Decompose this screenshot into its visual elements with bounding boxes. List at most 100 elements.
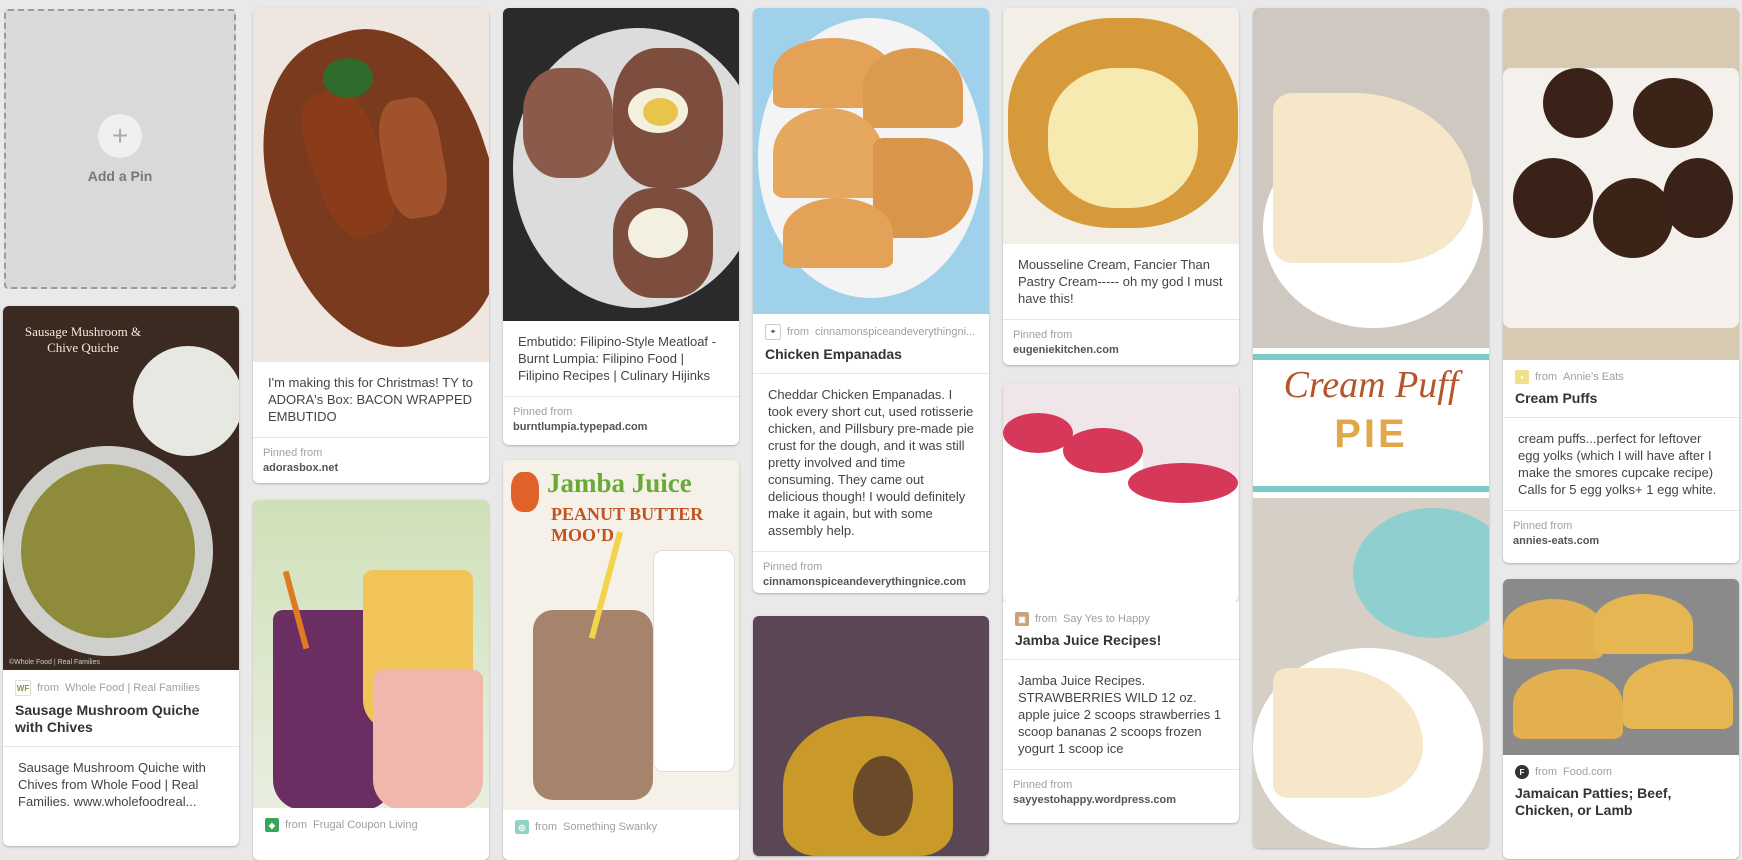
smoothie-top-3-image <box>1128 463 1238 503</box>
pin-title[interactable]: Jamaican Patties; Beef, Chicken, or Lamb <box>1503 779 1739 829</box>
pin-image[interactable] <box>1003 383 1239 602</box>
image-title: Jamba Juice <box>547 468 692 498</box>
image-subtitle: PEANUT BUTTER MOO'D <box>551 504 704 545</box>
patty-4-image <box>1623 659 1733 729</box>
egg-2-image <box>628 208 688 258</box>
pinned-source[interactable]: annies-eats.com <box>1513 534 1729 549</box>
image-credit: ©Whole Food | Real Families <box>9 659 101 666</box>
empanada-3-image <box>773 108 883 198</box>
from-source: Frugal Coupon Living <box>313 819 418 831</box>
annies-eats-icon: ▪ <box>1515 370 1529 384</box>
from-prefix: from <box>535 821 557 833</box>
yolk-image <box>643 98 678 126</box>
from-prefix: from <box>37 682 59 694</box>
pin-image[interactable]: Sausage Mushroom & Chive Quiche ©Whole F… <box>3 306 239 670</box>
food-com-icon: F <box>1515 765 1529 779</box>
pinned-source[interactable]: burntlumpia.typepad.com <box>513 420 729 435</box>
cream-puff-5-image <box>1633 78 1713 148</box>
pin-card-mousseline[interactable]: Mousseline Cream, Fancier Than Pastry Cr… <box>1003 8 1239 365</box>
pin-source-row[interactable]: ▪ from Annie's Eats <box>1503 360 1739 384</box>
pin-icon: ⌖ <box>765 324 781 340</box>
from-prefix: from <box>1535 371 1557 383</box>
cream-filling-image <box>1048 68 1198 208</box>
pin-card-jamba-frugal[interactable]: ◆ from Frugal Coupon Living <box>253 500 489 860</box>
pin-image[interactable] <box>253 8 489 362</box>
pin-title[interactable]: Chicken Empanadas <box>753 340 989 373</box>
pin-description: Cheddar Chicken Empanadas. I took every … <box>753 373 989 551</box>
pin-image[interactable]: Jamba Juice PEANUT BUTTER MOO'D <box>503 460 739 810</box>
pin-image[interactable] <box>1003 8 1239 244</box>
from-prefix: from <box>787 326 809 338</box>
empanada-2-image <box>863 48 963 128</box>
pin-card-jamba-peanut[interactable]: Jamba Juice PEANUT BUTTER MOO'D ◎ from S… <box>503 460 739 860</box>
smoothie-top-2-image <box>1063 428 1143 473</box>
pin-image[interactable] <box>753 616 989 856</box>
from-prefix: from <box>1535 766 1557 778</box>
pinned-from-label: Pinned from <box>1013 779 1073 791</box>
pin-image[interactable] <box>753 8 989 314</box>
image-line2: PIE <box>1334 412 1408 456</box>
pinned-source[interactable]: adorasbox.net <box>263 461 479 476</box>
pin-source-row[interactable]: ⌖ from cinnamonspiceandeverythingni... <box>753 314 989 340</box>
empanada-5-image <box>783 198 893 268</box>
patty-image <box>1503 599 1603 659</box>
from-source: Whole Food | Real Families <box>65 682 200 694</box>
pin-image[interactable] <box>1503 8 1739 360</box>
pin-image[interactable] <box>1503 579 1739 755</box>
pinned-source[interactable]: eugeniekitchen.com <box>1013 343 1229 358</box>
pin-source-row[interactable]: F from Food.com <box>1503 755 1739 779</box>
from-prefix: from <box>1035 613 1057 625</box>
pin-card-jamaican-patty[interactable] <box>753 616 989 856</box>
pinned-from[interactable]: Pinned from burntlumpia.typepad.com <box>503 396 739 445</box>
pinned-from-label: Pinned from <box>1013 329 1073 341</box>
pinned-source[interactable]: cinnamonspiceandeverythingnice.com <box>763 575 979 590</box>
from-source: Something Swanky <box>563 821 658 833</box>
pin-card-jamba-recipes[interactable]: ▣ from Say Yes to Happy Jamba Juice Reci… <box>1003 383 1239 823</box>
image-caption: Sausage Mushroom & Chive Quiche <box>24 324 142 355</box>
cream-puff-4-image <box>1543 68 1613 138</box>
pin-title[interactable]: Sausage Mushroom Quiche with Chives <box>3 696 239 746</box>
pinned-from[interactable]: Pinned from eugeniekitchen.com <box>1003 319 1239 365</box>
cream-puff-image <box>1513 158 1593 238</box>
pin-title[interactable]: Cream Puffs <box>1503 384 1739 417</box>
from-source: Annie's Eats <box>1563 371 1624 383</box>
from-source: Say Yes to Happy <box>1063 613 1150 625</box>
pinned-from-label: Pinned from <box>513 406 573 418</box>
pin-source-row[interactable]: ◆ from Frugal Coupon Living <box>253 808 489 832</box>
pin-description: cream puffs...perfect for leftover egg y… <box>1503 417 1739 510</box>
pinned-from-label: Pinned from <box>1513 520 1573 532</box>
pin-description: Sausage Mushroom Quiche with Chives from… <box>3 746 239 822</box>
pinned-from[interactable]: Pinned from adorasbox.net <box>253 437 489 483</box>
pin-card-bacon-embutido[interactable]: I'm making this for Christmas! TY to ADO… <box>253 8 489 483</box>
add-pin-tile[interactable]: + Add a Pin <box>4 9 236 289</box>
divider-stripe-2 <box>1253 486 1489 492</box>
pin-card-empanadas[interactable]: ⌖ from cinnamonspiceandeverythingni... C… <box>753 8 989 593</box>
pinned-from[interactable]: Pinned from sayyestohappy.wordpress.com <box>1003 769 1239 818</box>
pinned-source[interactable]: sayyestohappy.wordpress.com <box>1013 793 1229 808</box>
patty-filling-image <box>853 756 913 836</box>
from-source: cinnamonspiceandeverythingni... <box>815 326 976 338</box>
pin-card-quiche[interactable]: Sausage Mushroom & Chive Quiche ©Whole F… <box>3 306 239 846</box>
pin-card-jamaican-patties[interactable]: F from Food.com Jamaican Patties; Beef, … <box>1503 579 1739 859</box>
swanky-icon: ◎ <box>515 820 529 834</box>
pin-description: Embutido: Filipino-Style Meatloaf - Burn… <box>518 334 716 383</box>
divider-stripe <box>1253 354 1489 360</box>
pin-image[interactable]: Cream Puff PIE <box>1253 8 1489 848</box>
pin-source-row[interactable]: ◎ from Something Swanky <box>503 810 739 834</box>
pin-image[interactable] <box>253 500 489 808</box>
pin-image[interactable] <box>503 8 739 321</box>
cream-puff-2-image <box>1593 178 1673 258</box>
pin-card-cream-puffs[interactable]: ▪ from Annie's Eats Cream Puffs cream pu… <box>1503 8 1739 563</box>
pinned-from-label: Pinned from <box>263 447 323 459</box>
add-pin-label: Add a Pin <box>87 168 153 184</box>
pin-title[interactable]: Jamba Juice Recipes! <box>1003 626 1239 659</box>
pin-source-row[interactable]: WF from Whole Food | Real Families <box>3 670 239 696</box>
plate-image <box>133 346 239 456</box>
pin-card-embutido[interactable]: Embutido: Filipino-Style Meatloaf - Burn… <box>503 8 739 445</box>
from-source: Food.com <box>1563 766 1612 778</box>
pin-source-row[interactable]: ▣ from Say Yes to Happy <box>1003 602 1239 626</box>
pinned-from[interactable]: Pinned from annies-eats.com <box>1503 510 1739 559</box>
say-yes-icon: ▣ <box>1015 612 1029 626</box>
pin-card-cream-puff-pie[interactable]: Cream Puff PIE <box>1253 8 1489 848</box>
pinned-from[interactable]: Pinned from cinnamonspiceandeverythingni… <box>753 551 989 593</box>
